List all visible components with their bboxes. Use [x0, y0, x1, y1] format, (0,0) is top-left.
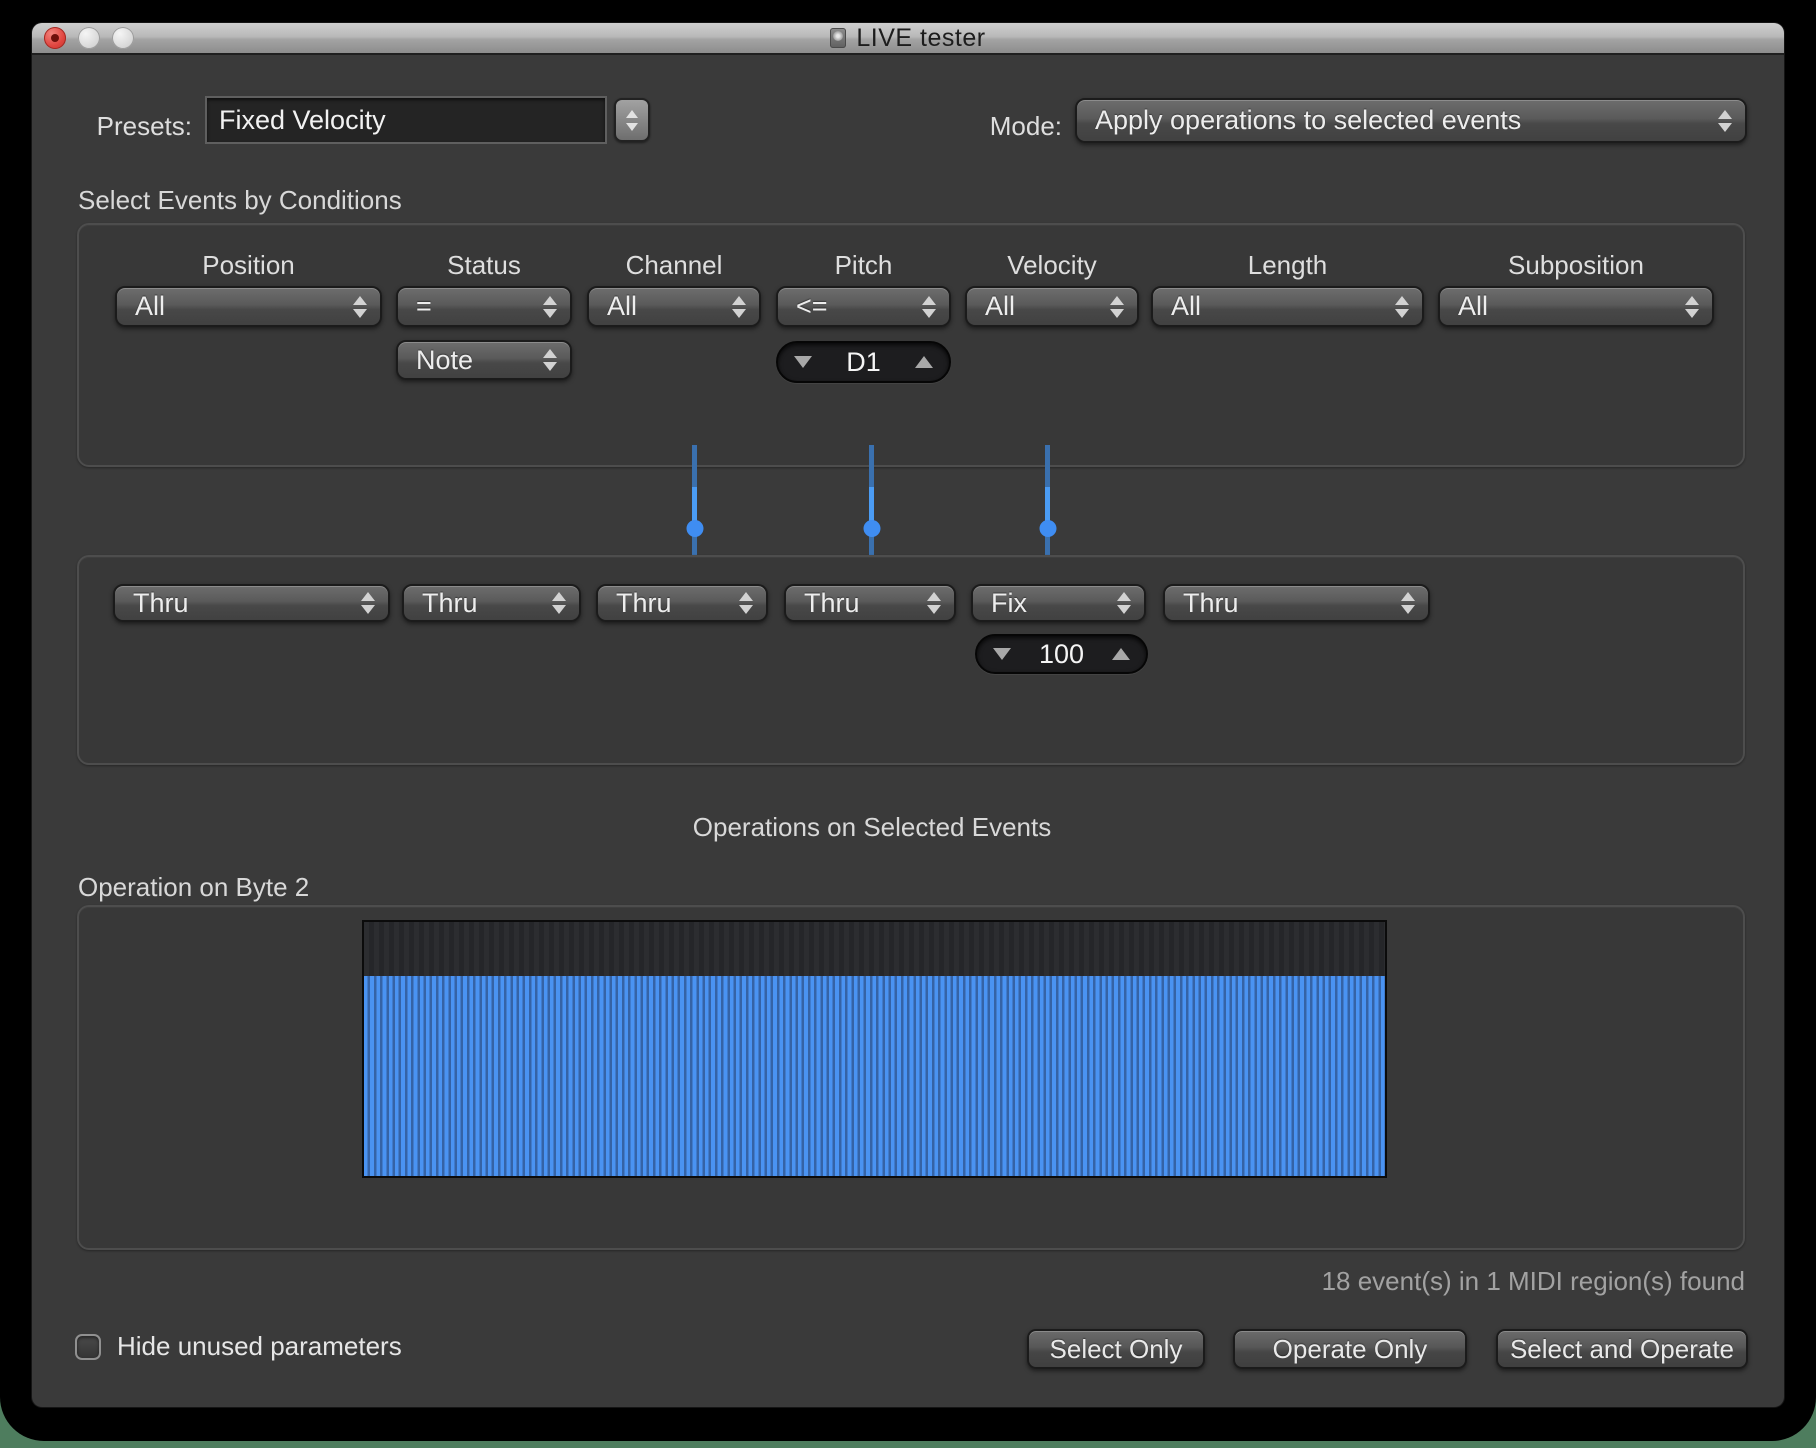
- updown-arrows-icon: [543, 296, 557, 318]
- op-length-value: Thru: [1183, 588, 1239, 619]
- stepper-up-icon[interactable]: [626, 110, 638, 118]
- op-pitch-popup[interactable]: Thru: [784, 584, 956, 622]
- connector-pitch[interactable]: [869, 445, 874, 570]
- op-velocity-value: Fix: [991, 588, 1027, 619]
- mode-popup[interactable]: Apply operations to selected events: [1075, 98, 1747, 143]
- op-pitch-value: Thru: [804, 588, 860, 619]
- hide-unused-row: Hide unused parameters: [75, 1331, 402, 1362]
- op-position-popup[interactable]: Thru: [113, 584, 390, 622]
- col-header-channel: Channel: [587, 250, 761, 281]
- updown-arrows-icon: [361, 592, 375, 614]
- window-title: LIVE tester: [856, 24, 985, 53]
- condition-position-popup[interactable]: All: [115, 286, 382, 327]
- select-only-button[interactable]: Select Only: [1027, 1329, 1205, 1369]
- condition-subposition-value: All: [1458, 291, 1488, 322]
- condition-pitch-value: <=: [796, 291, 828, 322]
- presets-value: Fixed Velocity: [219, 105, 386, 136]
- condition-status-value: =: [416, 291, 432, 322]
- mode-label: Mode:: [912, 111, 1062, 142]
- col-header-pitch: Pitch: [776, 250, 951, 281]
- decrement-icon[interactable]: [794, 356, 812, 368]
- condition-status-popup[interactable]: =: [396, 286, 572, 327]
- presets-label: Presets:: [92, 111, 192, 142]
- conditions-heading: Select Events by Conditions: [78, 185, 402, 216]
- operate-only-button[interactable]: Operate Only: [1233, 1329, 1467, 1369]
- hide-unused-checkbox[interactable]: [75, 1334, 101, 1360]
- mode-value: Apply operations to selected events: [1095, 105, 1521, 136]
- updown-arrows-icon: [1718, 110, 1732, 132]
- velocity-fix-stepper[interactable]: 100: [975, 634, 1148, 674]
- increment-icon[interactable]: [915, 356, 933, 368]
- titlebar: LIVE tester: [32, 23, 1784, 55]
- updown-arrows-icon: [927, 592, 941, 614]
- condition-length-value: All: [1171, 291, 1201, 322]
- byte2-heading: Operation on Byte 2: [78, 872, 309, 903]
- pitch-stepper-value: D1: [846, 347, 881, 378]
- select-and-operate-button[interactable]: Select and Operate: [1496, 1329, 1748, 1369]
- connector-channel[interactable]: [692, 445, 697, 570]
- updown-arrows-icon: [552, 592, 566, 614]
- updown-arrows-icon: [1117, 592, 1131, 614]
- updown-arrows-icon: [732, 296, 746, 318]
- op-channel-value: Thru: [616, 588, 672, 619]
- updown-arrows-icon: [1110, 296, 1124, 318]
- op-velocity-popup[interactable]: Fix: [971, 584, 1146, 622]
- op-status-popup[interactable]: Thru: [402, 584, 581, 622]
- status-text: 18 event(s) in 1 MIDI region(s) found: [932, 1266, 1745, 1297]
- status-note-popup[interactable]: Note: [396, 340, 572, 380]
- stepper-down-icon[interactable]: [626, 123, 638, 131]
- updown-arrows-icon: [1401, 592, 1415, 614]
- updown-arrows-icon: [543, 349, 557, 371]
- col-header-velocity: Velocity: [965, 250, 1139, 281]
- live-tester-window: LIVE tester Presets: Fixed Velocity Mode…: [32, 23, 1784, 1407]
- velocity-headroom: [364, 922, 1385, 976]
- condition-length-popup[interactable]: All: [1151, 286, 1424, 327]
- title-group: LIVE tester: [830, 24, 985, 53]
- updown-arrows-icon: [353, 296, 367, 318]
- condition-pitch-popup[interactable]: <=: [776, 286, 951, 327]
- op-position-value: Thru: [133, 588, 189, 619]
- close-button[interactable]: [44, 27, 66, 49]
- decrement-icon[interactable]: [993, 648, 1011, 660]
- condition-channel-value: All: [607, 291, 637, 322]
- presets-field[interactable]: Fixed Velocity: [205, 96, 607, 144]
- status-note-value: Note: [416, 345, 473, 376]
- col-header-subposition: Subposition: [1438, 250, 1714, 281]
- op-length-popup[interactable]: Thru: [1163, 584, 1430, 622]
- condition-velocity-popup[interactable]: All: [965, 286, 1139, 327]
- condition-position-value: All: [135, 291, 165, 322]
- document-icon: [830, 28, 846, 48]
- hide-unused-label: Hide unused parameters: [117, 1331, 402, 1362]
- zoom-button[interactable]: [112, 27, 134, 49]
- presets-stepper[interactable]: [614, 98, 650, 142]
- col-header-status: Status: [396, 250, 572, 281]
- updown-arrows-icon: [1685, 296, 1699, 318]
- minimize-button[interactable]: [78, 27, 100, 49]
- connector-velocity[interactable]: [1045, 445, 1050, 570]
- velocity-bars[interactable]: [364, 976, 1385, 1176]
- traffic-lights: [32, 23, 134, 53]
- col-header-length: Length: [1151, 250, 1424, 281]
- col-header-position: Position: [115, 250, 382, 281]
- updown-arrows-icon: [739, 592, 753, 614]
- velocity-fix-value: 100: [1039, 639, 1084, 670]
- op-channel-popup[interactable]: Thru: [596, 584, 768, 622]
- operations-heading: Operations on Selected Events: [693, 812, 1051, 843]
- condition-subposition-popup[interactable]: All: [1438, 286, 1714, 327]
- updown-arrows-icon: [922, 296, 936, 318]
- op-status-value: Thru: [422, 588, 478, 619]
- byte2-velocity-graph[interactable]: [362, 920, 1387, 1178]
- pitch-value-stepper[interactable]: D1: [776, 341, 951, 383]
- increment-icon[interactable]: [1112, 648, 1130, 660]
- condition-channel-popup[interactable]: All: [587, 286, 761, 327]
- updown-arrows-icon: [1395, 296, 1409, 318]
- condition-velocity-value: All: [985, 291, 1015, 322]
